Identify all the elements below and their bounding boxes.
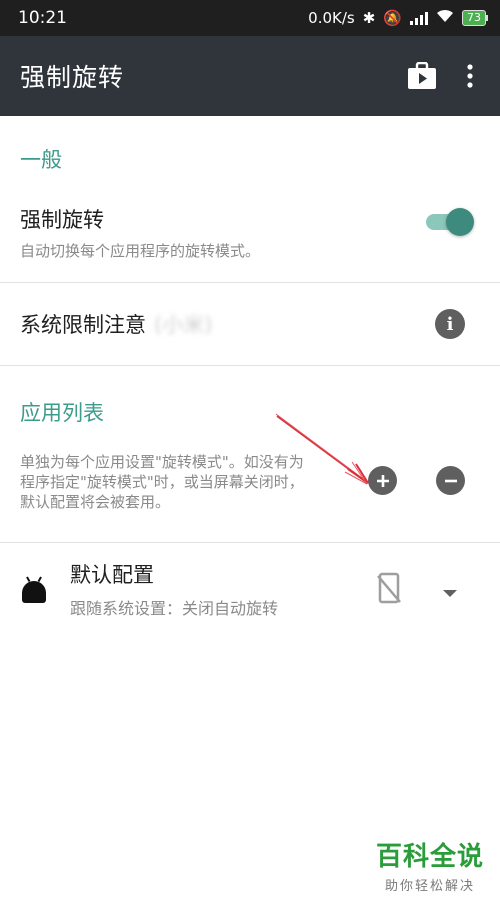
net-speed: 0.0K/s xyxy=(308,9,355,27)
watermark-subtitle: 助你轻松解决 xyxy=(384,879,475,894)
watermark-title: 百科全说 xyxy=(375,842,484,872)
screen-rotation-off-icon[interactable] xyxy=(376,572,402,608)
play-store-icon[interactable] xyxy=(400,54,444,98)
default-config-title: 默认配置 xyxy=(70,563,154,587)
mute-icon: 🔕 xyxy=(383,9,402,27)
toggle-thumb xyxy=(446,208,474,236)
status-indicators: 0.0K/s ✱ 🔕 73 xyxy=(308,9,488,27)
force-rotate-toggle[interactable] xyxy=(426,208,474,236)
status-bar: 10:21 0.0K/s ✱ 🔕 73 xyxy=(0,0,500,36)
force-rotate-title: 强制旋转 xyxy=(20,208,104,232)
status-time: 10:21 xyxy=(18,8,67,28)
watermark: 百科全说 助你轻松解决 xyxy=(376,836,484,894)
system-limit-title: 系统限制注意 xyxy=(20,313,146,337)
info-icon[interactable]: i xyxy=(435,309,465,339)
bluetooth-icon: ✱ xyxy=(362,9,376,27)
section-header-general: 一般 xyxy=(20,148,62,172)
signal-icon xyxy=(410,11,428,25)
system-limit-row[interactable]: 系统限制注意 (小米) i xyxy=(0,283,500,365)
triangle-down-icon[interactable] xyxy=(442,583,458,602)
wifi-icon xyxy=(436,9,454,27)
app-list-description-row: 单独为每个应用设置"旋转模式"。如没有为程序指定"旋转模式"时，或当屏幕关闭时，… xyxy=(0,452,500,542)
section-header-app-list: 应用列表 xyxy=(20,401,104,425)
default-config-row[interactable]: 默认配置 跟随系统设置：关闭自动旋转 xyxy=(0,543,500,635)
battery-icon: 73 xyxy=(462,10,488,26)
force-rotate-summary: 自动切换每个应用程序的旋转模式。 xyxy=(20,242,261,260)
default-config-summary: 跟随系统设置：关闭自动旋转 xyxy=(70,599,279,618)
more-vertical-icon[interactable] xyxy=(460,54,480,98)
toolbar: 强制旋转 xyxy=(0,36,500,116)
app-list-description: 单独为每个应用设置"旋转模式"。如没有为程序指定"旋转模式"时，或当屏幕关闭时，… xyxy=(20,453,304,511)
minus-circle-icon[interactable] xyxy=(436,466,465,495)
toolbar-title: 强制旋转 xyxy=(20,63,125,92)
android-icon xyxy=(20,574,48,604)
force-rotate-row[interactable]: 强制旋转 自动切换每个应用程序的旋转模式。 xyxy=(0,198,500,282)
system-limit-blurred-text: (小米) xyxy=(154,313,213,337)
battery-level: 73 xyxy=(462,10,486,26)
plus-circle-icon[interactable] xyxy=(368,466,397,495)
